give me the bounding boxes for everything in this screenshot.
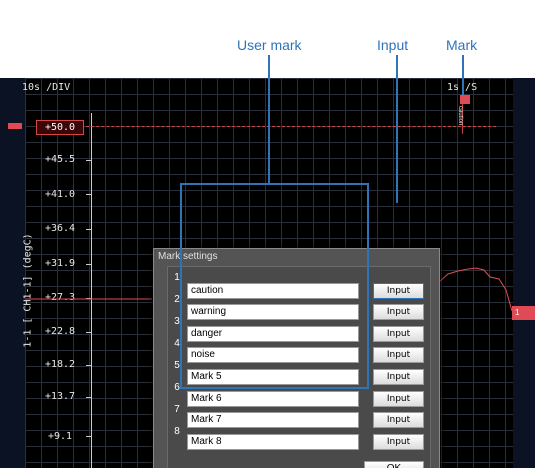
callout-line-mark: [462, 55, 464, 95]
callout-user-mark: User mark: [237, 37, 302, 53]
callout-line-input: [396, 55, 398, 203]
callout-mark: Mark: [446, 37, 478, 53]
input-button-5[interactable]: Input: [373, 369, 424, 385]
input-button-7[interactable]: Input: [373, 412, 424, 428]
input-button-2[interactable]: Input: [373, 304, 424, 320]
mark-input-8[interactable]: Mark 8: [187, 434, 359, 450]
mark-input-7[interactable]: Mark 7: [187, 412, 359, 428]
user-mark-highlight: [180, 183, 369, 389]
mark-caption: caution: [457, 106, 463, 126]
input-button-3[interactable]: Input: [373, 326, 424, 342]
channel-flag: 1: [512, 306, 535, 320]
input-button-1[interactable]: Input: [373, 283, 424, 299]
callout-line-user-mark: [268, 55, 270, 183]
mark-flag-icon[interactable]: [460, 95, 470, 104]
row-number: 8: [174, 426, 180, 437]
input-button-4[interactable]: Input: [373, 347, 424, 363]
row-number: 7: [174, 404, 180, 415]
input-button-8[interactable]: Input: [373, 434, 424, 450]
callout-input: Input: [377, 37, 409, 53]
mark-input-6[interactable]: Mark 6: [187, 391, 359, 407]
input-button-6[interactable]: Input: [373, 391, 424, 407]
ok-button[interactable]: OK: [364, 461, 424, 468]
